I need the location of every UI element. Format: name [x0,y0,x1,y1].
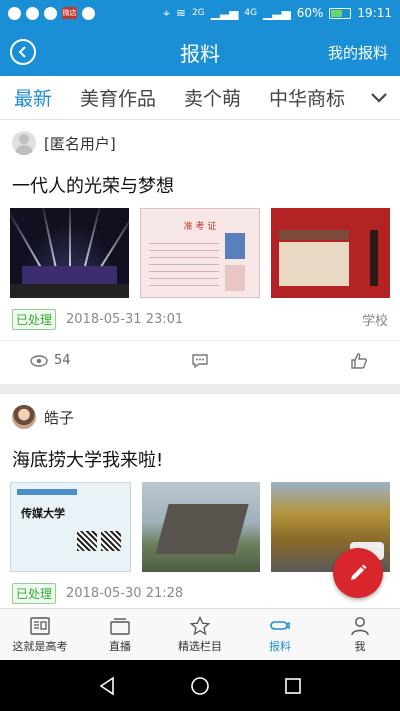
category-tabs: 最新 美育作品 卖个萌 中华商标 [0,76,400,120]
thumbs-up-icon [351,353,367,369]
comment-button[interactable] [191,353,209,369]
status-badge: 已处理 [12,308,57,330]
post-category[interactable]: 学校 [362,310,388,329]
post-image-admission-letter[interactable] [271,208,391,298]
person-icon [351,616,369,635]
eye-icon [30,354,48,367]
battery-icon [329,7,352,19]
post-date: 2018-05-30 21:28 [66,585,184,601]
wifi-icon: ≋ [175,6,186,20]
chat-icon [26,6,39,20]
nav-label: 报料 [269,639,291,653]
more-tabs-button[interactable] [358,76,400,119]
newspaper-icon [30,616,50,635]
shop-app-icon: 微店 [62,7,77,19]
tab-trademark[interactable]: 中华商标 [255,84,345,111]
ticket-caption: 传媒大学 [21,507,65,520]
chevron-down-icon [371,93,387,103]
nav-label: 直播 [109,639,131,653]
app-header: 报料 我的报料 [0,26,400,76]
location-icon: ⌖ [163,5,170,20]
post-feed: [匿名用户] 一代人的光荣与梦想 准 考 证 已处理 2018-05-31 23… [0,120,400,608]
back-triangle-icon[interactable] [97,676,117,696]
megaphone-icon [270,620,290,630]
signal-icon: ▁▃▅ [210,6,239,20]
like-button[interactable] [350,353,368,369]
nav-item-featured[interactable]: 精选栏目 [160,609,240,660]
tab-latest[interactable]: 最新 [0,84,52,111]
nav-item-me[interactable]: 我 [320,609,400,660]
star-icon [189,615,211,635]
post-image-concert[interactable] [10,208,129,298]
clock: 19:11 [357,6,392,20]
post-image-admission-ticket[interactable]: 准 考 证 [139,208,261,298]
nav-item-gaokao[interactable]: 这就是高考 [0,609,80,660]
view-count: 54 [30,353,71,368]
post-title[interactable]: 海底捞大学我来啦! [0,440,400,482]
tab-cute[interactable]: 卖个萌 [170,84,241,111]
app-notification-icon [82,6,95,20]
nav-item-report[interactable]: 报料 [240,609,320,660]
signal-icon-2: ▁▃▅ [263,6,291,20]
bottom-nav: 这就是高考 直播 精选栏目 报料 我 [0,608,400,660]
new-report-button[interactable] [333,548,383,598]
home-circle-icon[interactable] [190,676,210,696]
battery-percent: 60% [296,6,324,20]
system-nav-bar [0,660,400,711]
comment-icon [192,354,208,369]
post-image-sculpture[interactable] [141,482,261,572]
tab-art-works[interactable]: 美育作品 [66,84,156,111]
notification-icons: 微店 [8,6,95,20]
nav-label: 精选栏目 [178,639,222,653]
recents-square-icon[interactable] [283,676,303,696]
my-reports-link[interactable]: 我的报料 [328,42,388,63]
avatar[interactable] [12,405,36,429]
pencil-icon [351,564,367,580]
tv-icon [110,617,130,635]
network-type: 4G [244,8,258,18]
view-count-value: 54 [54,353,71,368]
weibo-icon [8,6,21,20]
post-date: 2018-05-31 23:01 [66,311,184,327]
nav-label: 这就是高考 [12,639,68,653]
status-badge: 已处理 [12,582,57,604]
globe-icon [44,6,57,20]
post-title[interactable]: 一代人的光荣与梦想 [0,166,400,208]
status-bar: 微店 ⌖ ≋ 2G ▁▃▅ 4G ▁▃▅ 60% 19:11 [0,0,400,26]
nav-label: 我 [354,639,366,653]
avatar[interactable] [12,131,36,155]
post-card[interactable]: [匿名用户] 一代人的光荣与梦想 准 考 证 已处理 2018-05-31 23… [0,120,400,384]
ticket-caption: 准 考 证 [183,222,217,232]
net-speed: 2G [191,8,205,18]
nav-item-live[interactable]: 直播 [80,609,160,660]
image-row: 准 考 证 [0,208,400,298]
user-name[interactable]: [匿名用户] [44,133,116,154]
user-name[interactable]: 皓子 [44,407,74,428]
post-meta: 已处理 2018-05-31 23:01 学校 [0,298,400,340]
post-actions: 54 [0,340,400,384]
post-image-train-ticket[interactable]: 传媒大学 [10,482,131,572]
